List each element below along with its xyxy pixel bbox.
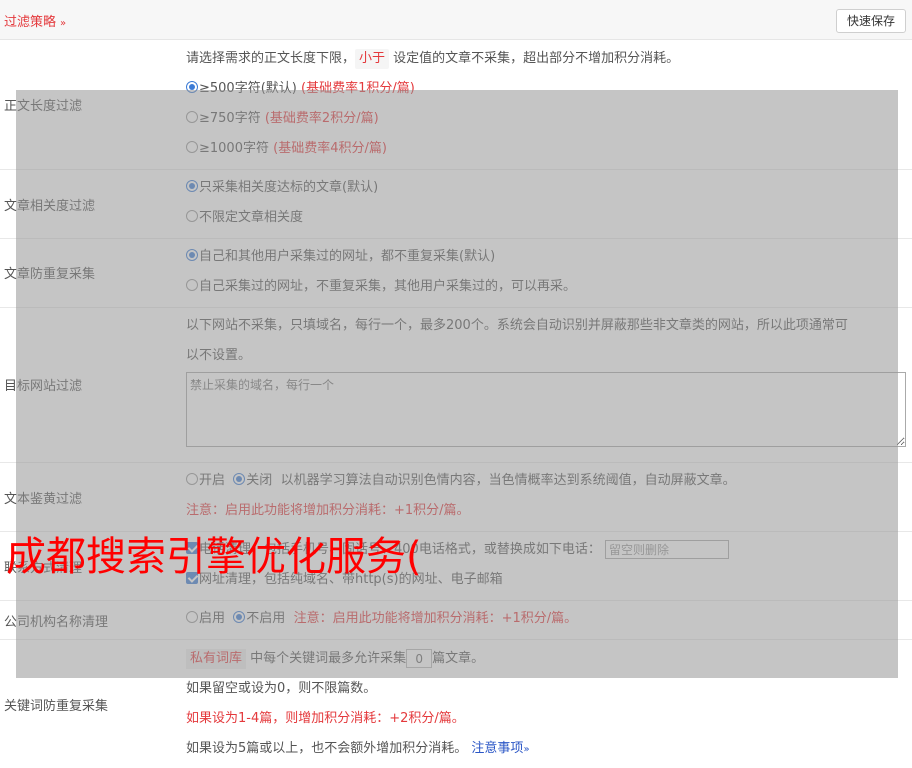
desc-text: 请选择需求的正文长度下限，	[186, 51, 356, 66]
dedupe-label: 文章防重复采集	[4, 267, 96, 282]
radio-icon[interactable]	[186, 111, 198, 123]
phone-cleanup-option[interactable]: 电话清理，包括手机号、固话号、400电话格式，或替换成如下电话：	[186, 540, 729, 560]
option-1000[interactable]: ≥1000字符 (基础费率4积分/篇)	[186, 139, 387, 159]
option-label: 自己和其他用户采集过的网址，都不重复采集(默认)	[199, 249, 496, 264]
keyword-dedupe-label: 关键词防重复采集	[4, 699, 109, 714]
quick-save-button[interactable]: 快速保存	[836, 9, 906, 33]
row-content-length: 正文长度过滤 请选择需求的正文长度下限， 小于 设定值的文章不采集，超出部分不增加…	[0, 40, 912, 170]
checkbox-checked-icon[interactable]	[186, 572, 198, 584]
radio-checked-icon[interactable]	[186, 81, 198, 93]
section-title-text: 过滤策略	[4, 15, 57, 30]
org-cleanup-off[interactable]: 不启用	[233, 611, 285, 626]
double-chevron-down-icon: »	[60, 18, 67, 29]
keyword-text: 如果设为5篇或以上，也不会额外增加积分消耗。	[186, 741, 468, 756]
option-label: ≥1000字符	[199, 141, 269, 156]
option-rate-note: (基础费率1积分/篇)	[301, 81, 415, 96]
dedupe-option-all[interactable]: 自己和其他用户采集过的网址，都不重复采集(默认)	[186, 247, 495, 267]
porn-filter-notice: 注意：启用此功能将增加积分消耗：+1积分/篇。	[186, 503, 470, 518]
radio-checked-icon[interactable]	[186, 180, 198, 192]
option-label: 网址清理，包括纯域名、带http(s)的网址、电子邮箱	[199, 572, 503, 587]
porn-filter-on[interactable]: 开启	[186, 473, 225, 488]
radio-checked-icon[interactable]	[186, 249, 198, 261]
double-chevron-down-icon: »	[523, 744, 530, 755]
site-filter-label: 目标网站过滤	[4, 379, 83, 394]
row-relevance: 文章相关度过滤 只采集相关度达标的文章(默认) 不限定文章相关度	[0, 170, 912, 239]
notes-link[interactable]: 注意事项»	[471, 741, 529, 756]
option-label: 开启	[199, 473, 226, 488]
option-label: 不限定文章相关度	[199, 210, 304, 225]
keyword-dedupe-line3: 如果设为1-4篇，则增加积分消耗：+2积分/篇。	[186, 711, 465, 726]
replacement-phone-input[interactable]	[604, 540, 729, 559]
radio-icon[interactable]	[186, 279, 198, 291]
dedupe-option-self[interactable]: 自己采集过的网址，不重复采集，其他用户采集过的，可以再采。	[186, 277, 576, 297]
relevance-option-qualified[interactable]: 只采集相关度达标的文章(默认)	[186, 178, 378, 198]
site-filter-desc-1: 以下网站不采集，只填域名，每行一个，最多200个。系统会自动识别并屏蔽那些非文章…	[186, 318, 848, 333]
porn-filter-label: 文本鉴黄过滤	[4, 492, 83, 507]
max-articles-input[interactable]	[406, 649, 433, 668]
option-rate-note: (基础费率2积分/篇)	[264, 111, 379, 126]
blocked-domains-textarea[interactable]	[186, 372, 906, 447]
keyword-text: 篇文章。	[432, 651, 485, 666]
filter-header: 过滤策略» 快速保存	[0, 0, 912, 40]
checkbox-checked-icon[interactable]	[186, 542, 198, 554]
desc-text: 设定值的文章不采集，超出部分不增加积分消耗。	[393, 51, 680, 66]
site-filter-desc-2: 以不设置。	[186, 348, 252, 363]
radio-icon[interactable]	[186, 210, 198, 222]
row-keyword-dedupe: 关键词防重复采集 私有词库 中每个关键词最多允许采集 篇文章。 如果留空或设为0，…	[0, 640, 912, 768]
porn-filter-desc: 以机器学习算法自动识别色情内容，当色情概率达到系统阈值，自动屏蔽文章。	[280, 473, 736, 488]
relevance-option-unlimited[interactable]: 不限定文章相关度	[186, 208, 303, 228]
keyword-dedupe-line2: 如果留空或设为0，则不限篇数。	[186, 681, 377, 696]
contact-cleanup-label: 联系方式清理	[4, 561, 83, 576]
option-label: 只采集相关度达标的文章(默认)	[199, 180, 379, 195]
porn-filter-off[interactable]: 关闭	[233, 473, 272, 488]
option-label: 启用	[199, 611, 226, 626]
relevance-label: 文章相关度过滤	[4, 199, 96, 214]
keyword-dedupe-line1: 私有词库 中每个关键词最多允许采集 篇文章。	[186, 649, 484, 669]
radio-icon[interactable]	[186, 473, 198, 485]
url-cleanup-option[interactable]: 网址清理，包括纯域名、带http(s)的网址、电子邮箱	[186, 570, 503, 590]
radio-icon[interactable]	[186, 611, 198, 623]
option-750[interactable]: ≥750字符 (基础费率2积分/篇)	[186, 109, 379, 129]
org-cleanup-on[interactable]: 启用	[186, 611, 225, 626]
option-label: 自己采集过的网址，不重复采集，其他用户采集过的，可以再采。	[199, 279, 577, 294]
option-label: ≥500字符(默认)	[199, 81, 297, 96]
radio-checked-icon[interactable]	[233, 611, 246, 623]
row-org-cleanup: 公司机构名称清理 启用 不启用 注意：启用此功能将增加积分消耗：+1积分/篇。	[0, 601, 912, 640]
row-dedupe: 文章防重复采集 自己和其他用户采集过的网址，都不重复采集(默认) 自己采集过的网…	[0, 239, 912, 308]
option-label: 关闭	[246, 473, 273, 488]
section-title[interactable]: 过滤策略»	[4, 11, 66, 30]
option-label: 不启用	[246, 611, 286, 626]
keyword-dedupe-line4: 如果设为5篇或以上，也不会额外增加积分消耗。 注意事项»	[186, 739, 530, 760]
option-label: 电话清理，包括手机号、固话号、400电话格式，或替换成如下电话：	[199, 542, 601, 557]
radio-checked-icon[interactable]	[233, 473, 246, 485]
org-cleanup-notice: 注意：启用此功能将增加积分消耗：+1积分/篇。	[293, 611, 578, 626]
org-cleanup-options: 启用 不启用 注意：启用此功能将增加积分消耗：+1积分/篇。	[186, 609, 577, 629]
keyword-text: 中每个关键词最多允许采集	[250, 651, 407, 666]
radio-icon[interactable]	[186, 141, 198, 153]
content-length-label: 正文长度过滤	[4, 99, 83, 114]
option-label: ≥750字符	[199, 111, 261, 126]
row-contact-cleanup: 联系方式清理 电话清理，包括手机号、固话号、400电话格式，或替换成如下电话： …	[0, 532, 912, 601]
option-rate-note: (基础费率4积分/篇)	[273, 141, 387, 156]
less-than-badge: 小于	[355, 49, 390, 69]
notes-link-text: 注意事项	[471, 741, 524, 756]
private-lexicon-badge: 私有词库	[186, 649, 247, 669]
content-length-desc: 请选择需求的正文长度下限， 小于 设定值的文章不采集，超出部分不增加积分消耗。	[186, 49, 679, 69]
option-500[interactable]: ≥500字符(默认) (基础费率1积分/篇)	[186, 79, 415, 99]
row-porn-filter: 文本鉴黄过滤 开启 关闭 以机器学习算法自动识别色情内容，当色情概率达到系统阈值…	[0, 463, 912, 532]
org-cleanup-label: 公司机构名称清理	[4, 615, 109, 630]
porn-filter-options: 开启 关闭 以机器学习算法自动识别色情内容，当色情概率达到系统阈值，自动屏蔽文章…	[186, 471, 736, 491]
